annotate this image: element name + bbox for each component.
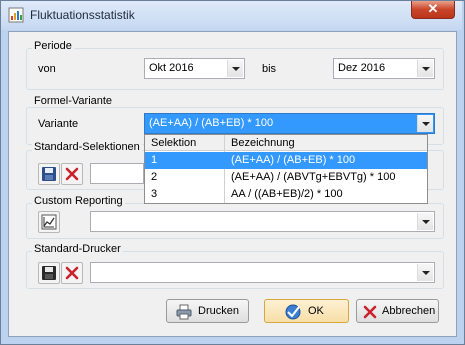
von-label: von [38, 63, 56, 75]
custom-reporting-group-label: Custom Reporting [32, 195, 125, 207]
standard-selektionen-group-label: Standard-Selektionen [32, 141, 142, 153]
custom-reporting-select[interactable] [90, 211, 435, 232]
drucken-label: Drucken [198, 305, 239, 317]
variante-value: (AE+AA) / (AB+EB) * 100 [149, 117, 274, 129]
chevron-down-icon [422, 220, 430, 224]
von-dropdown-button[interactable] [227, 60, 243, 77]
row-selektion: 3 [151, 188, 158, 200]
dropdown-row[interactable]: 2 (AE+AA) / (ABVTg+EBVTg) * 100 [145, 169, 427, 186]
row-bezeichnung: (AE+AA) / (AB+EB) * 100 [231, 154, 356, 166]
save-drucker-button[interactable] [38, 262, 60, 284]
bis-select[interactable]: Dez 2016 [333, 58, 435, 79]
variante-label: Variante [38, 118, 79, 130]
report-chart-icon [41, 214, 57, 230]
variante-select[interactable]: (AE+AA) / (AB+EB) * 100 [144, 113, 435, 134]
variante-dropdown-list: Selektion Bezeichnung 1 (AE+AA) / (AB+EB… [144, 134, 428, 204]
app-icon [8, 7, 24, 23]
window-title: Fluktuationsstatistik [30, 8, 135, 22]
row-selektion: 1 [151, 154, 158, 166]
dropdown-row[interactable]: 1 (AE+AA) / (AB+EB) * 100 [145, 152, 427, 169]
standard-selektionen-select[interactable] [90, 163, 144, 184]
cancel-x-icon [363, 305, 377, 319]
standard-drucker-dropdown-button[interactable] [417, 264, 433, 281]
row-bezeichnung: (AE+AA) / (ABVTg+EBVTg) * 100 [231, 171, 396, 183]
variante-dropdown-button[interactable] [417, 115, 433, 132]
row-bezeichnung: AA / ((AB+EB)/2) * 100 [231, 188, 343, 200]
standard-drucker-group-label: Standard-Drucker [32, 243, 123, 255]
abbrechen-button[interactable]: Abbrechen [356, 299, 439, 323]
chevron-down-icon [422, 67, 430, 71]
column-header-selektion: Selektion [151, 137, 197, 149]
custom-reporting-dropdown-button[interactable] [417, 213, 433, 230]
delete-drucker-button[interactable] [61, 262, 83, 284]
ok-globe-icon [285, 304, 301, 320]
periode-group-label: Periode [32, 40, 74, 52]
column-header-bezeichnung: Bezeichnung [231, 137, 295, 149]
chevron-down-icon [422, 122, 430, 126]
custom-reporting-button[interactable] [38, 211, 60, 233]
printer-icon [176, 304, 192, 320]
ok-button[interactable]: OK [264, 299, 349, 323]
chevron-down-icon [232, 67, 240, 71]
dropdown-row[interactable]: 3 AA / ((AB+EB)/2) * 100 [145, 186, 427, 203]
ok-label: OK [308, 305, 324, 317]
delete-selektion-button[interactable] [61, 163, 83, 185]
formel-variante-group-label: Formel-Variante [32, 95, 115, 107]
von-select[interactable]: Okt 2016 [144, 58, 245, 79]
floppy-disk-icon [42, 167, 56, 181]
drucken-button[interactable]: Drucken [166, 299, 249, 323]
bis-label: bis [262, 63, 277, 75]
bis-value: Dez 2016 [338, 62, 386, 74]
delete-x-icon [65, 266, 79, 280]
abbrechen-label: Abbrechen [382, 305, 436, 317]
save-selektion-button[interactable] [38, 163, 60, 185]
close-icon: ✕ [427, 1, 439, 16]
delete-x-icon [65, 167, 79, 181]
chevron-down-icon [422, 271, 430, 275]
floppy-disk-icon [42, 266, 56, 280]
close-button[interactable]: ✕ [411, 1, 455, 19]
row-selektion: 2 [151, 171, 158, 183]
von-value: Okt 2016 [149, 62, 194, 74]
bis-dropdown-button[interactable] [417, 60, 433, 77]
standard-drucker-select[interactable] [90, 262, 435, 283]
